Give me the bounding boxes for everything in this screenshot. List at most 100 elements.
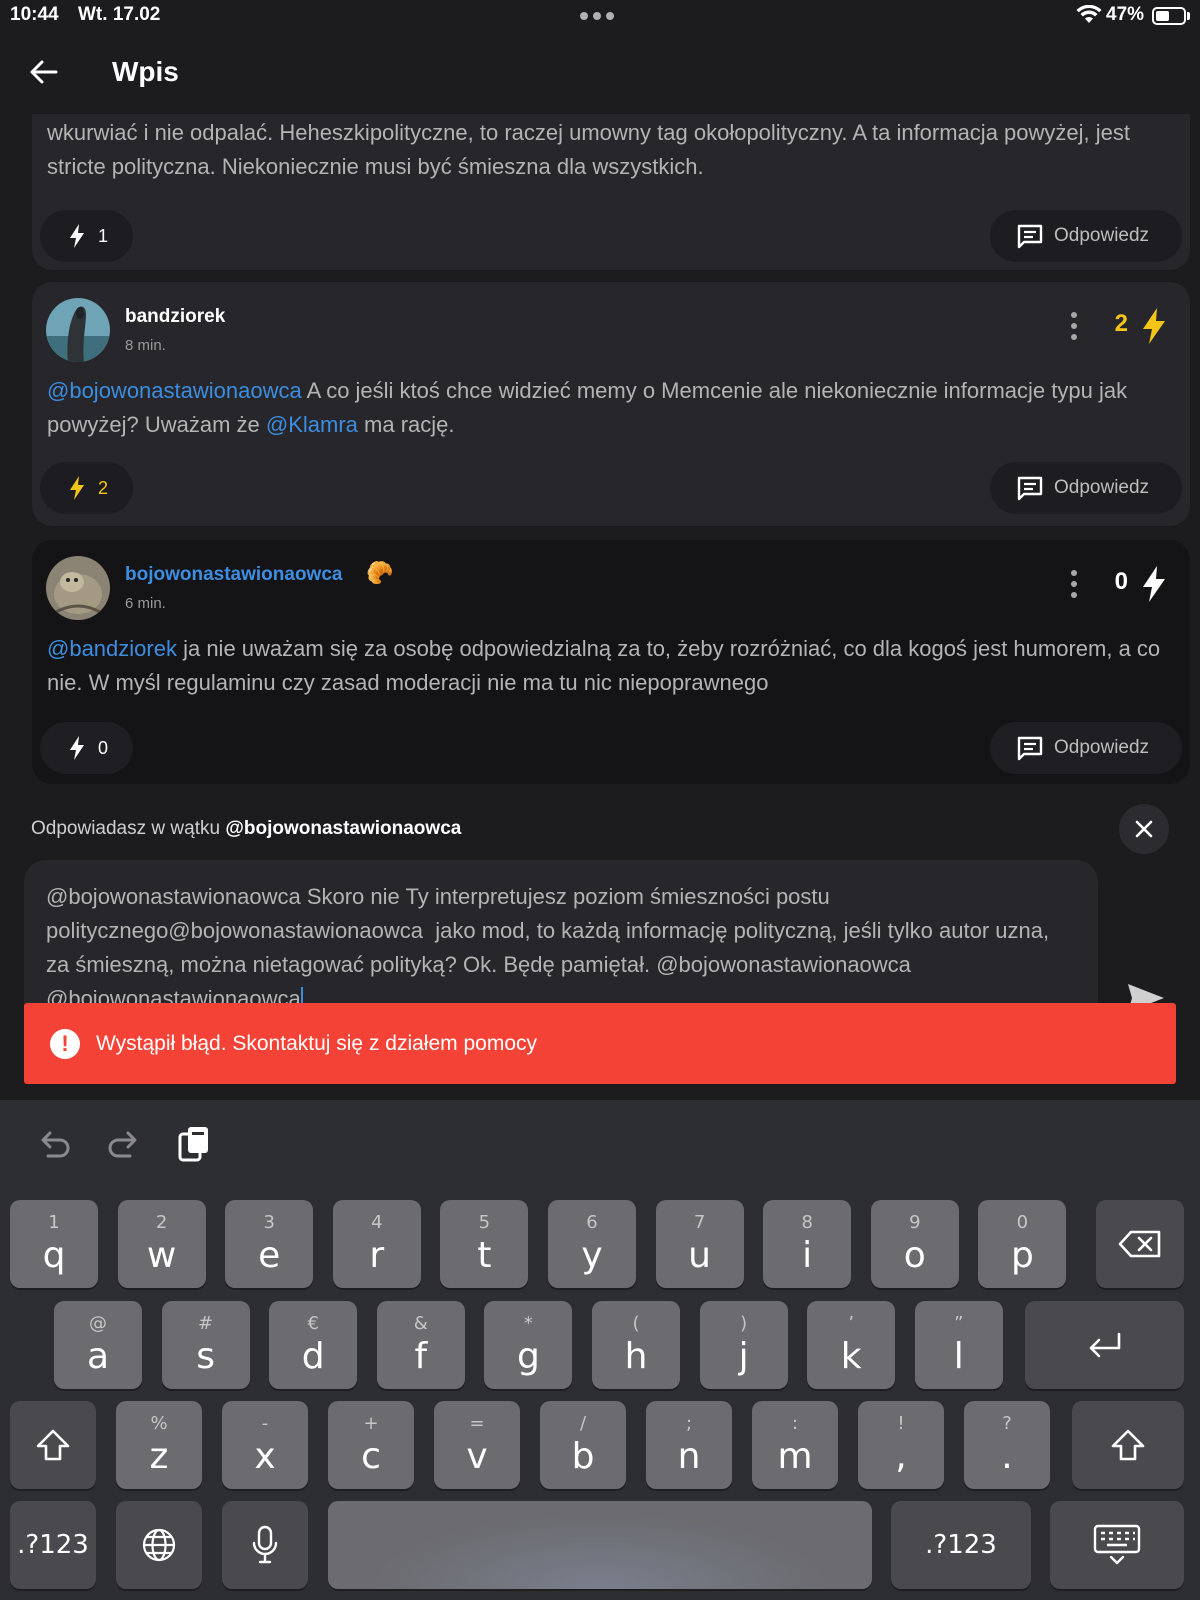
- key-label: .: [1001, 1436, 1013, 1477]
- keyboard-toolbar: [0, 1100, 1200, 1190]
- key-secondary-label: 9: [909, 1212, 921, 1233]
- vote-button[interactable]: 1: [40, 210, 133, 262]
- key-v[interactable]: = v: [434, 1401, 520, 1489]
- key-x[interactable]: -x: [222, 1401, 308, 1489]
- mention-link[interactable]: @bojowonastawionaowca: [47, 378, 302, 403]
- key-d[interactable]: € d: [269, 1301, 358, 1389]
- key-g[interactable]: * g: [484, 1301, 573, 1389]
- key-secondary-label: #: [198, 1313, 214, 1334]
- key-i[interactable]: 8i: [763, 1200, 852, 1288]
- battery-percentage: 47%: [1106, 4, 1145, 25]
- key-w[interactable]: 2w: [117, 1200, 206, 1288]
- key-l[interactable]: ” l: [914, 1301, 1003, 1389]
- key-a[interactable]: @ a: [54, 1301, 142, 1389]
- key-label: i: [802, 1235, 813, 1276]
- keyboard-dismiss-icon: [1093, 1524, 1141, 1565]
- key-secondary-label: 1: [48, 1212, 60, 1233]
- post-time: 8 min.: [125, 337, 166, 354]
- key-secondary-label: &: [413, 1313, 428, 1334]
- key-r[interactable]: 4r: [332, 1200, 421, 1288]
- key-secondary-label: ?: [1002, 1413, 1012, 1434]
- hide-keyboard-key[interactable]: [1050, 1501, 1184, 1589]
- key-z[interactable]: % z: [116, 1401, 202, 1489]
- reply-textarea-value[interactable]: @bojowonastawionaowca Skoro nie Ty inter…: [46, 880, 1058, 1010]
- key-f[interactable]: & f: [376, 1301, 465, 1389]
- key-label: b: [571, 1436, 595, 1477]
- comment-text: wkurwiać i nie odpalać. Heheszkipolitycz…: [47, 120, 1130, 179]
- key-j[interactable]: ) j: [699, 1301, 788, 1389]
- key-label: t: [477, 1235, 492, 1276]
- key-k[interactable]: ’ k: [807, 1301, 896, 1389]
- key-period[interactable]: ?.: [964, 1401, 1050, 1489]
- redo-icon[interactable]: [104, 1124, 144, 1164]
- backspace-key[interactable]: [1096, 1200, 1184, 1288]
- return-key[interactable]: [1025, 1301, 1184, 1389]
- shift-key-left[interactable]: [10, 1401, 96, 1489]
- key-q[interactable]: 1q: [10, 1200, 98, 1288]
- key-label: s: [196, 1336, 215, 1377]
- lightning-icon[interactable]: [1140, 306, 1168, 346]
- reply-button[interactable]: Odpowiedz: [990, 462, 1182, 514]
- avatar[interactable]: [46, 556, 110, 620]
- comments-feed[interactable]: wkurwiać i nie odpalać. Heheszkipolitycz…: [0, 114, 1200, 800]
- undo-icon[interactable]: [34, 1124, 74, 1164]
- lightning-icon: [70, 224, 84, 248]
- vote-button[interactable]: 2: [40, 462, 133, 514]
- key-label: r: [369, 1235, 385, 1276]
- reply-label: Odpowiedz: [1054, 477, 1150, 498]
- key-secondary-label: @: [89, 1313, 107, 1334]
- key-y[interactable]: 6y: [548, 1200, 636, 1288]
- key-secondary-label: -: [261, 1413, 269, 1434]
- key-u[interactable]: 7u: [655, 1200, 744, 1288]
- backspace-icon: [1118, 1230, 1161, 1258]
- key-comma[interactable]: !,: [858, 1401, 944, 1489]
- dictation-key[interactable]: [222, 1501, 308, 1589]
- reply-button[interactable]: Odpowiedz: [990, 722, 1182, 774]
- globe-key[interactable]: [116, 1501, 202, 1589]
- score-value: 0: [1114, 568, 1128, 595]
- key-p[interactable]: 0p: [978, 1200, 1067, 1288]
- numbers-key-right[interactable]: .?123: [891, 1501, 1031, 1589]
- key-label: k: [840, 1336, 862, 1377]
- numbers-key-left[interactable]: .?123: [10, 1501, 96, 1589]
- author-name[interactable]: bandziorek: [125, 306, 225, 328]
- more-options-icon[interactable]: [1070, 570, 1078, 598]
- key-s[interactable]: # s: [161, 1301, 250, 1389]
- author-name[interactable]: bojowonastawionaowca: [125, 564, 342, 586]
- key-label: j: [738, 1336, 749, 1377]
- multitasking-dots-icon[interactable]: [580, 12, 614, 20]
- back-arrow-icon[interactable]: [26, 54, 62, 90]
- key-secondary-label: /: [579, 1413, 587, 1434]
- vote-button[interactable]: 0: [40, 722, 133, 774]
- avatar[interactable]: [46, 298, 110, 362]
- shift-key-right[interactable]: [1072, 1401, 1184, 1489]
- shift-icon: [36, 1429, 70, 1461]
- key-o[interactable]: 9o: [870, 1200, 959, 1288]
- key-h[interactable]: (h: [592, 1301, 680, 1389]
- key-secondary-label: ”: [954, 1313, 964, 1334]
- key-secondary-label: :: [791, 1413, 799, 1434]
- close-reply-button[interactable]: [1119, 804, 1169, 854]
- key-label: y: [581, 1235, 603, 1276]
- key-e[interactable]: 3e: [225, 1200, 314, 1288]
- space-key[interactable]: [328, 1501, 872, 1589]
- mention-link[interactable]: @bandziorek: [47, 636, 177, 661]
- shift-icon: [1111, 1429, 1145, 1461]
- lightning-icon[interactable]: [1140, 564, 1168, 604]
- key-n[interactable]: ; n: [646, 1401, 732, 1489]
- key-c[interactable]: + c: [328, 1401, 414, 1489]
- key-m[interactable]: :m: [752, 1401, 838, 1489]
- key-secondary-label: =: [469, 1413, 485, 1434]
- reply-button[interactable]: Odpowiedz: [990, 210, 1182, 262]
- key-b[interactable]: / b: [540, 1401, 626, 1489]
- battery-icon: [1152, 7, 1186, 25]
- key-label: c: [361, 1436, 381, 1477]
- key-secondary-label: ’: [848, 1313, 855, 1334]
- key-label: ,: [895, 1436, 907, 1477]
- key-t[interactable]: 5t: [440, 1200, 529, 1288]
- more-options-icon[interactable]: [1070, 312, 1078, 340]
- key-label: u: [688, 1235, 711, 1276]
- mention-link[interactable]: @Klamra: [266, 412, 358, 437]
- clipboard-paste-icon[interactable]: [174, 1124, 214, 1164]
- reply-textarea[interactable]: @bojowonastawionaowca Skoro nie Ty inter…: [24, 860, 1098, 1010]
